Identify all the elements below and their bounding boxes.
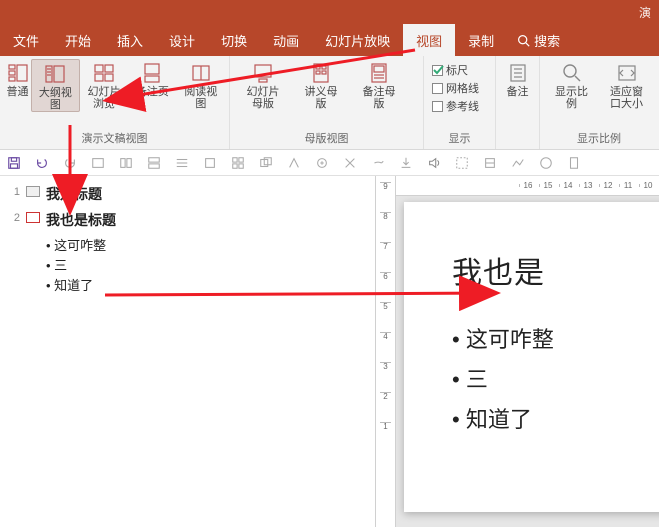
qat-btn-12[interactable] xyxy=(314,155,330,171)
guides-checkbox[interactable]: 参考线 xyxy=(432,98,479,114)
ribbon-group-show: 标尺 网格线 参考线 显示 xyxy=(424,56,496,149)
handout-master-icon xyxy=(311,63,331,83)
qat-btn-19[interactable] xyxy=(510,155,526,171)
view-normal-button[interactable]: 普通 xyxy=(4,59,31,98)
ribbon-group-notes: 备注 xyxy=(496,56,540,149)
slide-sorter-icon xyxy=(94,63,114,83)
qat-btn-4[interactable] xyxy=(90,155,106,171)
reading-view-icon xyxy=(191,63,211,83)
slide-area: 16 15 14 13 12 11 10 我也是 这可咋整 三 知道了 xyxy=(396,176,659,527)
notes-master-button[interactable]: 备注母版 xyxy=(350,59,408,110)
group-label-zoom: 显示比例 xyxy=(544,128,654,149)
slide-bullet[interactable]: 这可咋整 xyxy=(452,320,659,360)
outline-item-1[interactable]: 1 我是标题 xyxy=(10,184,365,204)
qat-btn-15[interactable] xyxy=(398,155,414,171)
sound-button[interactable] xyxy=(426,155,442,171)
view-outline-button[interactable]: 大纲视图 xyxy=(31,59,80,112)
checkbox-icon xyxy=(432,101,443,112)
qat-btn-20[interactable] xyxy=(538,155,554,171)
zoom-button[interactable]: 显示比例 xyxy=(544,59,599,110)
menu-design[interactable]: 设计 xyxy=(156,24,208,56)
view-notes-page-button[interactable]: 备注页 xyxy=(128,59,176,98)
slide-thumb-icon xyxy=(26,212,40,223)
group-label-show: 显示 xyxy=(428,128,491,149)
qat-btn-7[interactable] xyxy=(174,155,190,171)
titlebar-text: 演 xyxy=(639,4,651,21)
menu-slideshow[interactable]: 幻灯片放映 xyxy=(312,24,403,56)
slide-bullet[interactable]: 知道了 xyxy=(452,400,659,440)
group-label-master-views: 母版视图 xyxy=(234,128,419,149)
slide-bullets[interactable]: 这可咋整 三 知道了 xyxy=(452,320,659,440)
fit-window-button[interactable]: 适应窗口大小 xyxy=(599,59,654,110)
slide-title[interactable]: 我也是 xyxy=(452,248,659,292)
notes-page-icon xyxy=(142,63,162,83)
qat-btn-10[interactable] xyxy=(258,155,274,171)
menu-home[interactable]: 开始 xyxy=(52,24,104,56)
menu-file[interactable]: 文件 xyxy=(0,24,52,56)
search-box[interactable]: 搜索 xyxy=(507,24,560,56)
search-icon xyxy=(517,34,530,47)
slide-canvas[interactable]: 我也是 这可咋整 三 知道了 xyxy=(404,202,659,512)
ruler-checkbox[interactable]: 标尺 xyxy=(432,62,479,78)
slide-thumb-icon xyxy=(26,186,40,197)
outline-item-2[interactable]: 2 我也是标题 xyxy=(10,210,365,230)
outline-title: 我也是标题 xyxy=(46,210,116,230)
slide-bullet[interactable]: 三 xyxy=(452,360,659,400)
qat-btn-11[interactable] xyxy=(286,155,302,171)
qat-btn-9[interactable] xyxy=(230,155,246,171)
menu-record[interactable]: 录制 xyxy=(455,24,507,56)
menu-bar: 文件 开始 插入 设计 切换 动画 幻灯片放映 视图 录制 搜索 xyxy=(0,24,659,56)
ribbon-group-master-views: 幻灯片母版 讲义母版 备注母版 母版视图 xyxy=(230,56,424,149)
slide-master-button[interactable]: 幻灯片母版 xyxy=(234,59,292,110)
redo-button[interactable] xyxy=(62,155,78,171)
undo-button[interactable] xyxy=(34,155,50,171)
notes-button[interactable]: 备注 xyxy=(500,59,535,98)
outline-view-icon xyxy=(45,64,65,84)
qat-btn-18[interactable] xyxy=(482,155,498,171)
checkbox-icon xyxy=(432,83,443,94)
workspace: 1 我是标题 2 我也是标题 • 这可咋整 • 三 • 知道了 9 8 7 6 … xyxy=(0,176,659,527)
outline-bullet[interactable]: • 这可咋整 xyxy=(46,236,365,256)
slide-master-icon xyxy=(253,63,273,83)
vertical-ruler: 9 8 7 6 5 4 3 2 1 xyxy=(376,176,396,527)
ribbon-group-presentation-views: 普通 大纲视图 幻灯片浏览 备注页 阅读视图 演示文稿视图 xyxy=(0,56,230,149)
title-bar: 演 xyxy=(0,0,659,24)
outline-pane[interactable]: 1 我是标题 2 我也是标题 • 这可咋整 • 三 • 知道了 xyxy=(0,176,376,527)
outline-bullet[interactable]: • 知道了 xyxy=(46,276,365,296)
qat-btn-6[interactable] xyxy=(146,155,162,171)
menu-animations[interactable]: 动画 xyxy=(260,24,312,56)
group-label-presentation-views: 演示文稿视图 xyxy=(4,128,225,149)
horizontal-ruler: 16 15 14 13 12 11 10 xyxy=(396,176,659,196)
view-reading-button[interactable]: 阅读视图 xyxy=(177,59,225,110)
save-button[interactable] xyxy=(6,155,22,171)
notes-master-icon xyxy=(369,63,389,83)
qat-btn-17[interactable] xyxy=(454,155,470,171)
view-slide-sorter-button[interactable]: 幻灯片浏览 xyxy=(80,59,128,110)
menu-insert[interactable]: 插入 xyxy=(104,24,156,56)
ribbon-group-zoom: 显示比例 适应窗口大小 显示比例 xyxy=(540,56,658,149)
qat-btn-8[interactable] xyxy=(202,155,218,171)
normal-view-icon xyxy=(8,63,28,83)
notes-icon xyxy=(508,63,528,83)
menu-transitions[interactable]: 切换 xyxy=(208,24,260,56)
gridlines-checkbox[interactable]: 网格线 xyxy=(432,80,479,96)
zoom-icon xyxy=(562,63,582,83)
handout-master-button[interactable]: 讲义母版 xyxy=(292,59,350,110)
checkbox-icon xyxy=(432,65,443,76)
fit-window-icon xyxy=(617,63,637,83)
qat-btn-5[interactable] xyxy=(118,155,134,171)
qat-btn-13[interactable] xyxy=(342,155,358,171)
quick-access-toolbar xyxy=(0,150,659,176)
qat-btn-21[interactable] xyxy=(566,155,582,171)
ribbon: 普通 大纲视图 幻灯片浏览 备注页 阅读视图 演示文稿视图 xyxy=(0,56,659,150)
search-placeholder: 搜索 xyxy=(534,31,560,50)
qat-btn-14[interactable] xyxy=(370,155,386,171)
outline-bullet[interactable]: • 三 xyxy=(46,256,365,276)
outline-title: 我是标题 xyxy=(46,184,102,204)
menu-view[interactable]: 视图 xyxy=(403,24,455,56)
